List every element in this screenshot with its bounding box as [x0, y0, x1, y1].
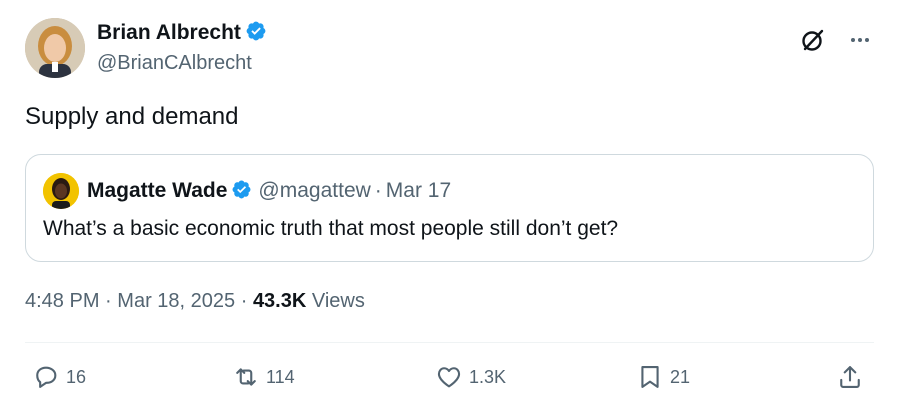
like-count: 1.3K — [469, 366, 507, 387]
verified-badge-icon — [246, 21, 266, 41]
quoted-avatar-image — [43, 173, 79, 209]
author-name[interactable]: Brian Albrecht — [97, 20, 267, 45]
reply-button[interactable]: 16 — [32, 362, 86, 392]
author-avatar-image — [25, 18, 85, 78]
bookmark-count: 21 — [670, 366, 691, 387]
meta-separator: · — [105, 290, 112, 312]
quoted-tweet-date[interactable]: Mar 17 — [386, 179, 451, 202]
quoted-author-handle[interactable]: @magattew — [258, 179, 370, 202]
quoted-author-avatar[interactable] — [43, 173, 79, 209]
tweet-date[interactable]: Mar 18, 2025 — [117, 290, 235, 312]
bookmark-button[interactable]: 21 — [636, 362, 690, 392]
like-icon — [437, 367, 461, 388]
reply-count: 16 — [66, 366, 87, 387]
tweet-meta: 4:48 PM · Mar 18, 2025 · 43.3K Views — [25, 290, 365, 313]
quoted-tweet-card[interactable]: Magatte Wade @magattew · Mar 17 What’s a ba… — [25, 154, 874, 262]
repost-icon — [236, 368, 256, 386]
author-name-text: Brian Albrecht — [97, 21, 241, 44]
like-button[interactable]: 1.3K — [435, 362, 506, 392]
bookmark-icon — [641, 366, 659, 388]
divider — [25, 342, 874, 343]
reply-icon — [36, 366, 57, 388]
tweet-time[interactable]: 4:48 PM — [25, 290, 99, 312]
author-avatar[interactable] — [25, 18, 85, 78]
share-icon — [840, 366, 860, 388]
quoted-tweet-text: What’s a basic economic truth that most … — [43, 217, 619, 240]
grok-icon[interactable] — [799, 26, 827, 54]
more-icon[interactable] — [846, 26, 874, 54]
quoted-separator: · — [374, 179, 382, 202]
author-handle[interactable]: @BrianCAlbrecht — [97, 52, 252, 75]
share-button[interactable] — [836, 362, 864, 392]
repost-count: 114 — [266, 366, 295, 387]
meta-separator-2: · — [240, 290, 248, 312]
tweet-text: Supply and demand — [25, 103, 239, 130]
views-count: 43.3K — [252, 290, 307, 312]
quoted-tweet-header: Magatte Wade @magattew · Mar 17 — [87, 179, 451, 203]
quoted-author-name[interactable]: Magatte Wade — [87, 179, 227, 202]
quoted-verified-badge-icon — [232, 180, 251, 199]
repost-button[interactable]: 114 — [232, 362, 295, 392]
views-label: Views — [311, 290, 365, 312]
